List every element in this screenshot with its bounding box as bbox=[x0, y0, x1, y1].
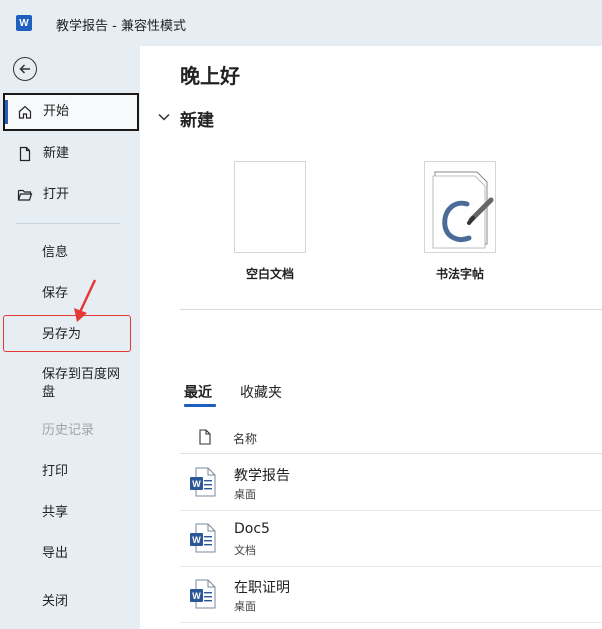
document-icon bbox=[199, 429, 211, 445]
template-label: 书法字帖 bbox=[435, 267, 484, 281]
active-tab-indicator bbox=[184, 404, 216, 407]
template-calligraphy[interactable]: 书法字帖 bbox=[390, 161, 510, 291]
backstage-sidebar: 开始 新建 打开 信息 保存 另存为 保存到百度网盘 历史记录 打印 共享 导出… bbox=[0, 46, 140, 629]
file-row[interactable]: W 在职证明 桌面 bbox=[180, 567, 602, 623]
file-name: 在职证明 bbox=[234, 580, 290, 596]
column-header-name: 名称 bbox=[233, 432, 258, 446]
back-button[interactable] bbox=[13, 57, 37, 81]
greeting-heading: 晚上好 bbox=[180, 64, 240, 88]
file-location: 桌面 bbox=[234, 600, 256, 613]
file-name: 教学报告 bbox=[234, 468, 290, 484]
sidebar-item-history: 历史记录 bbox=[42, 423, 95, 438]
sidebar-item-label: 开始 bbox=[43, 104, 70, 119]
backstage-main: 晚上好 新建 空白文档 书法字帖 最近 收藏夹 名称 W 教学报告 桌面 W D… bbox=[140, 46, 602, 629]
window-title: 教学报告 - 兼容性模式 bbox=[56, 19, 186, 34]
chevron-down-icon[interactable] bbox=[157, 110, 171, 124]
tab-recent[interactable]: 最近 bbox=[184, 382, 212, 402]
template-blank-document[interactable]: 空白文档 bbox=[200, 161, 320, 291]
sidebar-item-print[interactable]: 打印 bbox=[42, 463, 68, 481]
file-location: 桌面 bbox=[234, 488, 256, 501]
title-bar: W 教学报告 - 兼容性模式 bbox=[0, 0, 602, 46]
sidebar-item-open[interactable]: 打开 bbox=[3, 176, 139, 214]
red-arrow-annotation bbox=[74, 279, 97, 322]
blank-document-icon bbox=[234, 161, 306, 253]
sidebar-item-export[interactable]: 导出 bbox=[42, 545, 68, 563]
sidebar-item-new[interactable]: 新建 bbox=[3, 135, 139, 173]
svg-text:W: W bbox=[192, 535, 201, 545]
word-file-icon: W bbox=[190, 579, 216, 609]
sidebar-divider bbox=[16, 223, 120, 224]
template-label: 空白文档 bbox=[245, 267, 294, 281]
sidebar-item-share[interactable]: 共享 bbox=[42, 504, 68, 522]
tab-favorites[interactable]: 收藏夹 bbox=[240, 382, 282, 402]
sidebar-item-home[interactable]: 开始 bbox=[3, 93, 139, 131]
home-icon bbox=[17, 104, 33, 120]
sidebar-item-label: 新建 bbox=[43, 146, 70, 161]
arrow-left-icon bbox=[19, 64, 30, 74]
sidebar-item-info[interactable]: 信息 bbox=[42, 244, 68, 262]
svg-text:W: W bbox=[192, 591, 201, 601]
sidebar-item-close[interactable]: 关闭 bbox=[42, 593, 68, 611]
file-name: Doc5 bbox=[234, 521, 270, 537]
file-row[interactable]: W Doc5 文档 bbox=[180, 511, 602, 567]
file-location: 文档 bbox=[234, 544, 256, 557]
svg-text:W: W bbox=[192, 479, 201, 489]
save-as-highlight-box bbox=[3, 315, 131, 352]
word-file-icon: W bbox=[190, 523, 216, 553]
new-section-title: 新建 bbox=[180, 111, 214, 131]
calligraphy-template-icon bbox=[424, 161, 496, 253]
sidebar-item-save[interactable]: 保存 bbox=[42, 285, 68, 303]
new-document-icon bbox=[17, 146, 33, 162]
word-file-icon: W bbox=[190, 467, 216, 497]
file-list-header: 名称 bbox=[180, 424, 602, 454]
sidebar-item-save-to-baidu[interactable]: 保存到百度网盘 bbox=[42, 366, 126, 402]
file-row[interactable]: W 教学报告 桌面 bbox=[180, 455, 602, 511]
word-app-icon: W bbox=[16, 15, 32, 31]
section-divider bbox=[180, 309, 602, 310]
sidebar-item-label: 打开 bbox=[43, 187, 70, 202]
folder-open-icon bbox=[17, 187, 33, 203]
